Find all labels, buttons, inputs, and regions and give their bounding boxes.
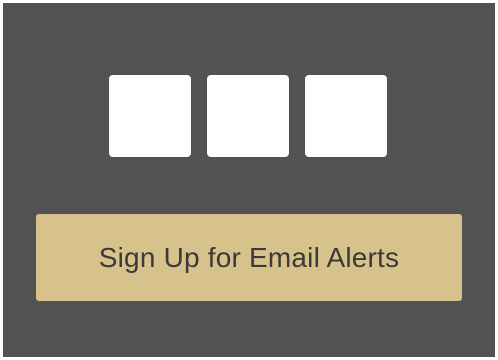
social-icon-2[interactable] xyxy=(207,75,289,157)
social-icon-3[interactable] xyxy=(305,75,387,157)
footer-panel: Sign Up for Email Alerts xyxy=(3,3,495,357)
email-alerts-signup-button[interactable]: Sign Up for Email Alerts xyxy=(36,214,462,301)
social-icon-1[interactable] xyxy=(109,75,191,157)
email-alerts-signup-label: Sign Up for Email Alerts xyxy=(98,241,400,273)
